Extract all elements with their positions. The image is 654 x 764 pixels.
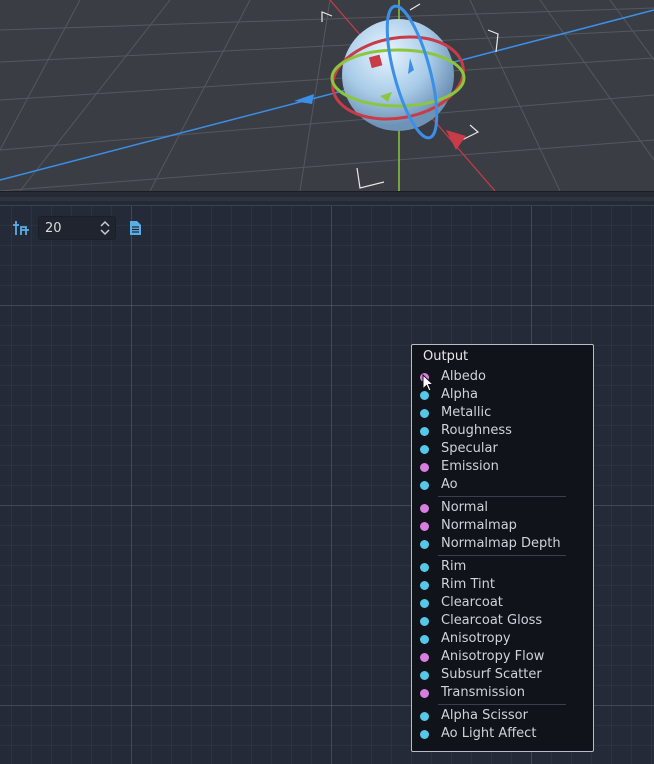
port-label: Alpha Scissor <box>441 708 528 723</box>
port-dot[interactable] <box>420 504 429 513</box>
output-node[interactable]: Output Albedo Alpha Metallic Roughness S… <box>411 344 594 752</box>
port-label: Ao <box>441 477 458 492</box>
port-label: Rim Tint <box>441 577 495 592</box>
port-dot[interactable] <box>420 409 429 418</box>
port-specular[interactable]: Specular <box>412 440 593 458</box>
port-label: Alpha <box>441 387 478 402</box>
port-dot[interactable] <box>420 599 429 608</box>
port-label: Ao Light Affect <box>441 726 537 741</box>
port-label: Anisotropy Flow <box>441 649 545 664</box>
mouse-pointer-icon <box>422 374 434 392</box>
3d-viewport[interactable] <box>0 0 654 191</box>
port-clearcoat-gloss[interactable]: Clearcoat Gloss <box>412 612 593 630</box>
document-icon[interactable] <box>124 217 146 239</box>
port-group-separator <box>438 555 566 556</box>
viewport-scene <box>0 0 654 191</box>
port-group-separator <box>438 704 566 705</box>
port-dot[interactable] <box>420 653 429 662</box>
snap-grid-icon[interactable] <box>10 217 32 239</box>
port-dot[interactable] <box>420 463 429 472</box>
port-clearcoat[interactable]: Clearcoat <box>412 594 593 612</box>
snap-step-spinbox[interactable] <box>38 216 116 240</box>
port-anisotropy[interactable]: Anisotropy <box>412 630 593 648</box>
port-dot[interactable] <box>420 581 429 590</box>
spinner-arrows-icon[interactable] <box>99 220 111 236</box>
port-dot[interactable] <box>420 540 429 549</box>
port-ao-light-affect[interactable]: Ao Light Affect <box>412 725 593 743</box>
port-anisotropy-flow[interactable]: Anisotropy Flow <box>412 648 593 666</box>
port-normalmap[interactable]: Normalmap <box>412 517 593 535</box>
graph-toolbar <box>10 216 146 240</box>
port-dot[interactable] <box>420 391 429 400</box>
port-subsurf-scatter[interactable]: Subsurf Scatter <box>412 666 593 684</box>
port-label: Specular <box>441 441 498 456</box>
port-transmission[interactable]: Transmission <box>412 684 593 702</box>
port-roughness[interactable]: Roughness <box>412 422 593 440</box>
port-dot[interactable] <box>420 689 429 698</box>
splitter-grip[interactable] <box>0 197 654 201</box>
port-label: Normalmap Depth <box>441 536 561 551</box>
port-label: Anisotropy <box>441 631 511 646</box>
port-label: Metallic <box>441 405 492 420</box>
port-label: Normal <box>441 500 489 515</box>
port-dot[interactable] <box>420 481 429 490</box>
port-dot[interactable] <box>420 563 429 572</box>
port-normalmap-depth[interactable]: Normalmap Depth <box>412 535 593 553</box>
port-albedo[interactable]: Albedo <box>412 368 593 386</box>
port-label: Emission <box>441 459 499 474</box>
port-alpha-scissor[interactable]: Alpha Scissor <box>412 707 593 725</box>
port-alpha[interactable]: Alpha <box>412 386 593 404</box>
port-rim[interactable]: Rim <box>412 558 593 576</box>
port-label: Clearcoat Gloss <box>441 613 543 628</box>
port-dot[interactable] <box>420 671 429 680</box>
port-label: Subsurf Scatter <box>441 667 542 682</box>
port-dot[interactable] <box>420 712 429 721</box>
port-dot[interactable] <box>420 617 429 626</box>
port-dot[interactable] <box>420 522 429 531</box>
port-dot[interactable] <box>420 730 429 739</box>
port-ao[interactable]: Ao <box>412 476 593 494</box>
port-label: Albedo <box>441 369 486 384</box>
node-title: Output <box>423 349 469 364</box>
port-label: Rim <box>441 559 467 574</box>
port-label: Transmission <box>441 685 525 700</box>
port-label: Normalmap <box>441 518 517 533</box>
port-emission[interactable]: Emission <box>412 458 593 476</box>
snap-step-input[interactable] <box>39 217 99 239</box>
port-dot[interactable] <box>420 427 429 436</box>
port-rim-tint[interactable]: Rim Tint <box>412 576 593 594</box>
port-label: Roughness <box>441 423 512 438</box>
port-normal[interactable]: Normal <box>412 499 593 517</box>
port-group-separator <box>438 496 566 497</box>
port-metallic[interactable]: Metallic <box>412 404 593 422</box>
port-dot[interactable] <box>420 445 429 454</box>
port-dot[interactable] <box>420 635 429 644</box>
panel-splitter[interactable] <box>0 191 654 206</box>
port-label: Clearcoat <box>441 595 503 610</box>
